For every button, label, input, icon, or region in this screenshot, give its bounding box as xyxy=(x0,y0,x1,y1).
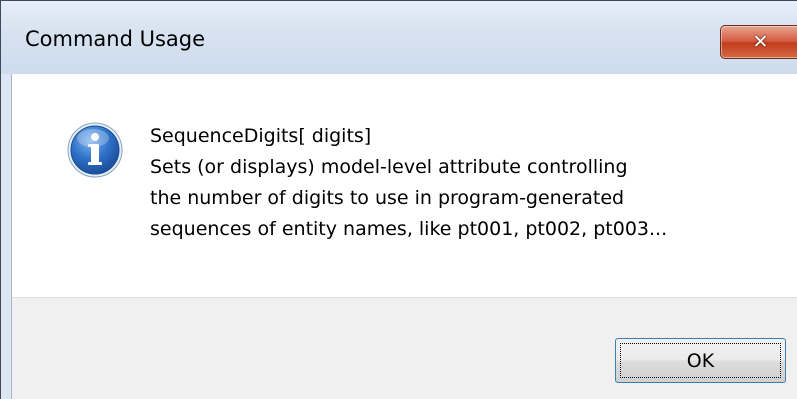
ok-button-label: OK xyxy=(686,349,715,372)
description-line: the number of digits to use in program-g… xyxy=(150,187,625,209)
button-bar: OK xyxy=(12,297,797,399)
window-title: Command Usage xyxy=(25,27,206,51)
close-button[interactable]: ✕ xyxy=(720,25,797,59)
title-bar[interactable]: Command Usage ✕ xyxy=(1,1,797,74)
close-icon: ✕ xyxy=(752,30,769,53)
message-area: SequenceDigits[ digits] Sets (or display… xyxy=(12,74,797,297)
info-icon xyxy=(67,122,123,178)
description-line: Sets (or displays) model-level attribute… xyxy=(150,156,628,178)
command-usage-dialog: Command Usage ✕ SequenceDigits[digits] … xyxy=(0,0,797,399)
message-text: SequenceDigits[ digits] Sets (or display… xyxy=(150,121,770,245)
dialog-client-area: SequenceDigits[ digits] Sets (or display… xyxy=(11,74,797,399)
ok-button[interactable]: OK xyxy=(615,338,786,383)
description-line: sequences of entity names, like pt001, p… xyxy=(150,218,668,240)
command-syntax: SequenceDigits[ digits] xyxy=(150,125,372,147)
